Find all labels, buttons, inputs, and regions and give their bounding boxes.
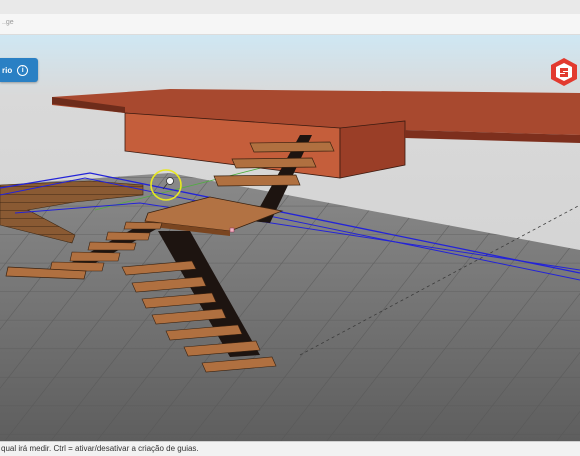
- upper-tread-3: [213, 174, 301, 187]
- sketchup-logo-icon: [550, 57, 578, 87]
- status-bar-text: qual irá medir. Ctrl = ativar/desativar …: [1, 444, 199, 453]
- instructor-label: rio: [2, 65, 13, 75]
- window-title-bar: [0, 0, 580, 15]
- upper-tread-2: [231, 157, 317, 169]
- left-tread-3: [87, 241, 137, 251]
- model-viewport[interactable]: [0, 35, 580, 441]
- inference-point: [229, 227, 235, 233]
- left-tread-1: [123, 221, 163, 230]
- toolbar: ..ge: [0, 14, 580, 35]
- toolbar-hint: ..ge: [2, 19, 14, 26]
- scene-3d[interactable]: [0, 35, 580, 441]
- status-bar: qual irá medir. Ctrl = ativar/desativar …: [0, 441, 580, 456]
- upper-tread-1: [249, 141, 335, 153]
- left-tread-2: [105, 231, 151, 241]
- info-icon[interactable]: i: [17, 64, 29, 76]
- left-tread-4: [69, 251, 121, 262]
- instructor-button[interactable]: rio i: [0, 58, 38, 82]
